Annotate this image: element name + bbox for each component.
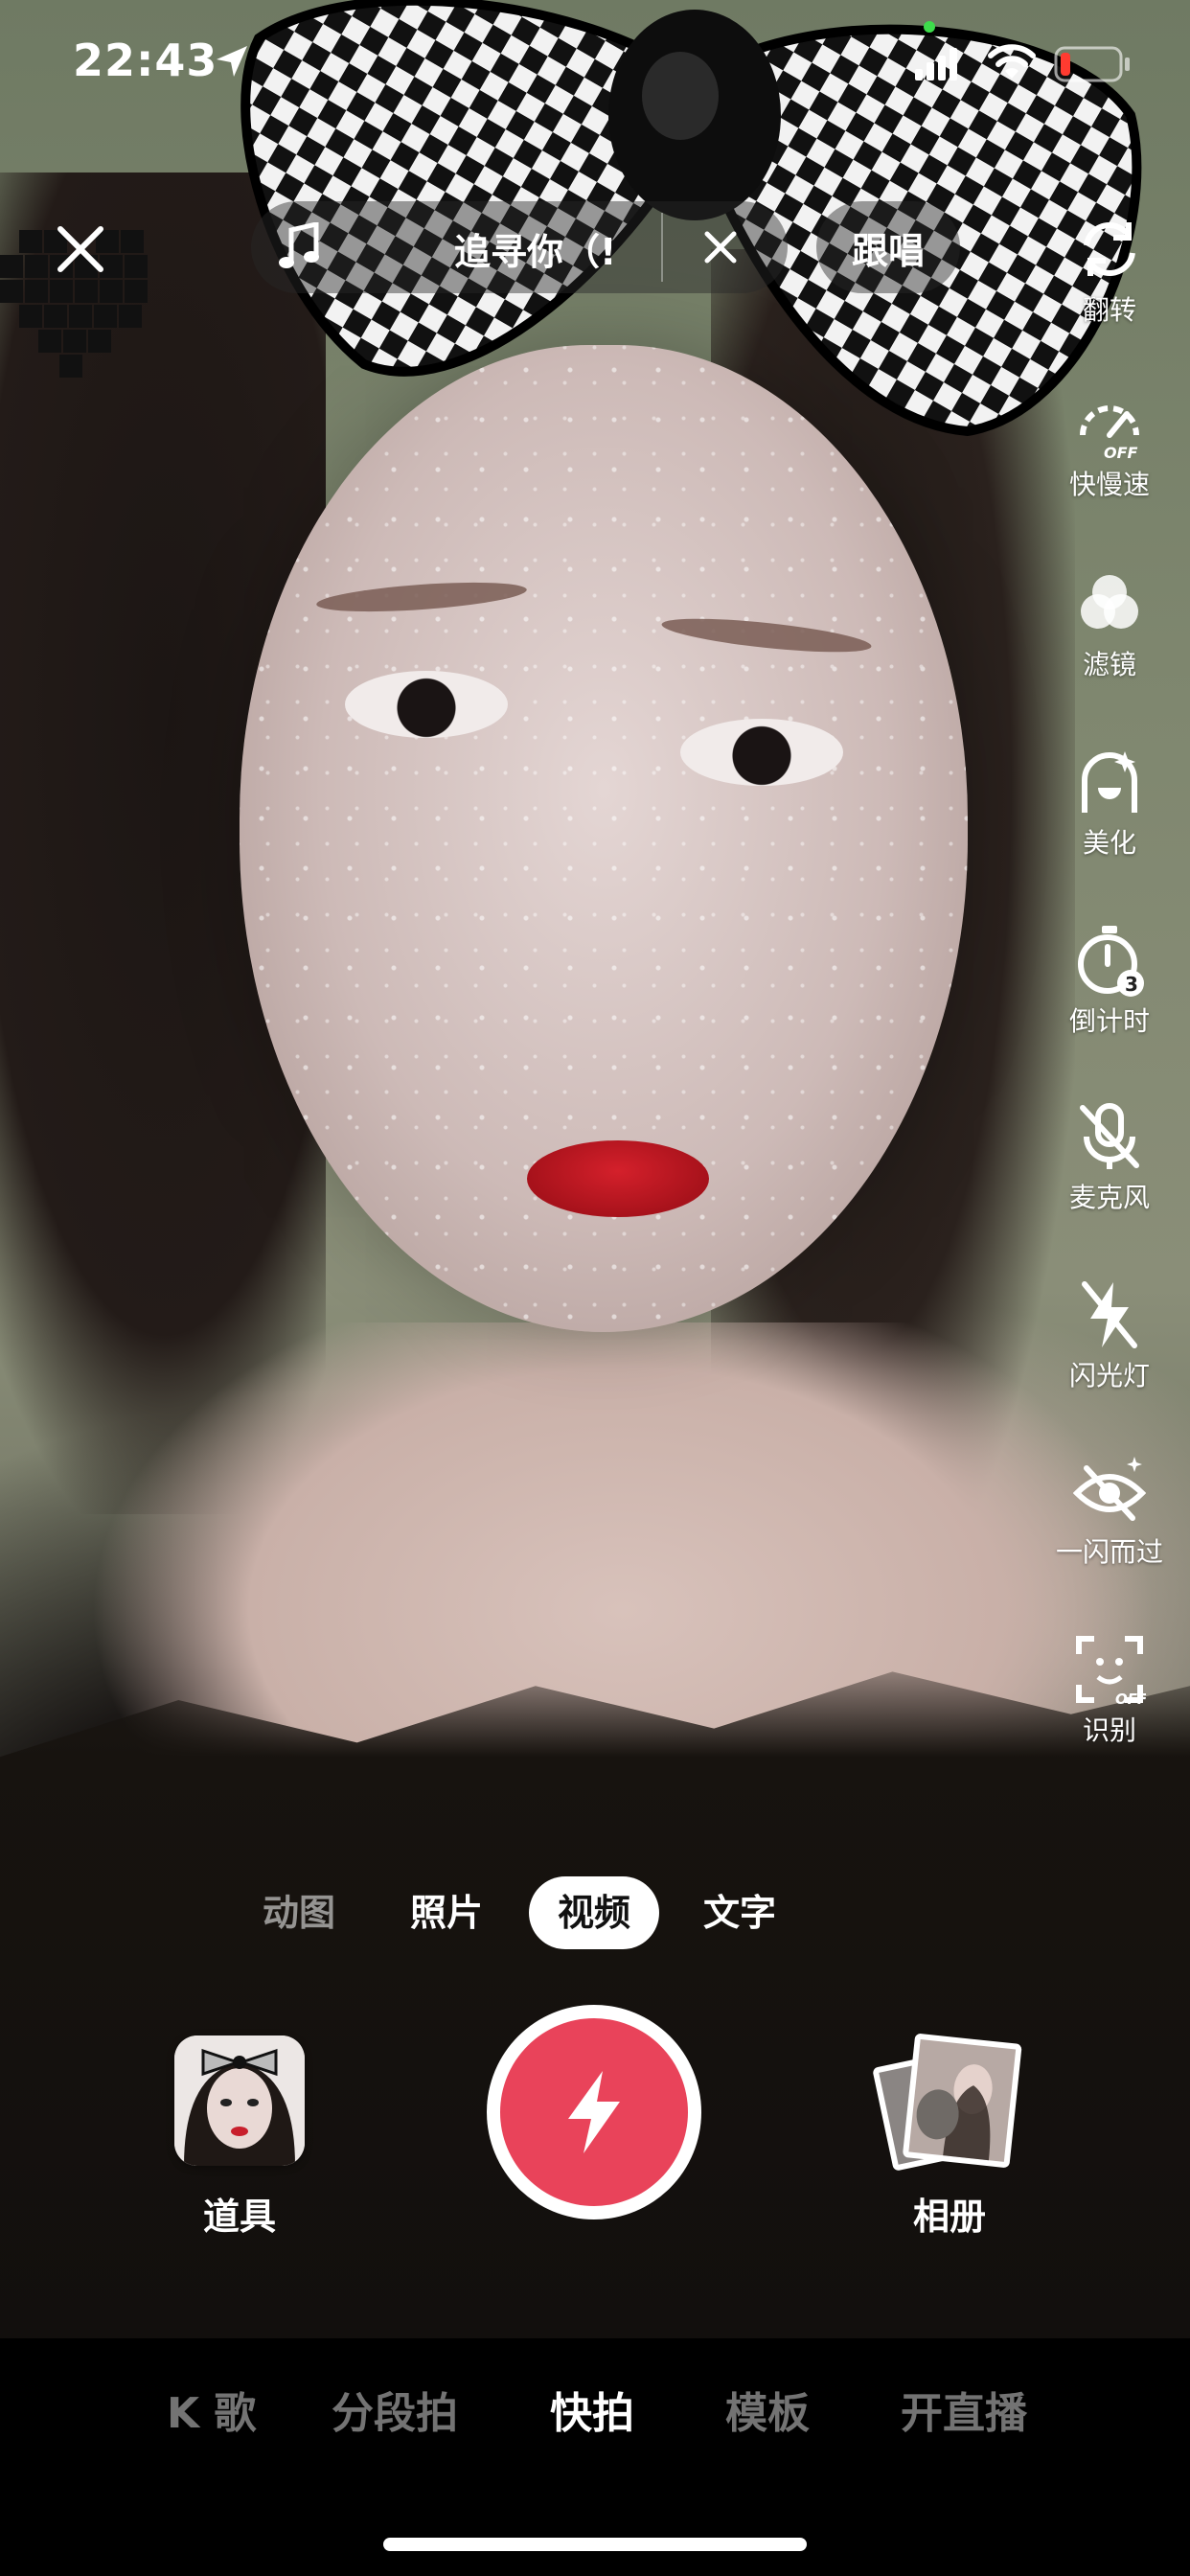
tool-label: 美化: [1082, 827, 1136, 859]
tool-label: 滤镜: [1082, 649, 1136, 680]
tool-beautify[interactable]: 美化: [1044, 746, 1175, 861]
tool-flash-by[interactable]: 一闪而过: [1044, 1455, 1175, 1570]
countdown-icon: 3: [1078, 926, 1144, 997]
wifi-icon: [988, 44, 1036, 79]
camera-in-use-indicator: [924, 21, 935, 33]
album-label: 相册: [912, 2196, 986, 2238]
tool-label: 麦克风: [1068, 1182, 1150, 1213]
tool-recognize[interactable]: OFF 识别: [1044, 1633, 1175, 1748]
recognize-off-icon: OFF: [1076, 1636, 1146, 1706]
tool-label: 识别: [1082, 1714, 1136, 1746]
status-time: 22:43: [73, 34, 218, 86]
status-bar: 22:43: [0, 0, 1190, 126]
close-button[interactable]: [50, 218, 111, 280]
beautify-icon: [1082, 751, 1137, 813]
remove-music-icon[interactable]: [698, 224, 744, 270]
mode-text[interactable]: 文字: [694, 1876, 786, 1949]
props-label: 道具: [202, 2196, 276, 2238]
album-button[interactable]: [866, 2032, 1029, 2175]
album-thumbnail: [873, 2034, 1022, 2171]
props-button[interactable]: [174, 2036, 305, 2166]
mode-photo[interactable]: 照片: [400, 1876, 492, 1949]
tab-go-live[interactable]: 开直播: [901, 2379, 1027, 2440]
lips-shape: [527, 1140, 709, 1217]
tool-filter[interactable]: 滤镜: [1044, 567, 1175, 682]
face-shape: [240, 345, 968, 1332]
cellular-signal-icon: [915, 48, 957, 80]
tool-label: 一闪而过: [1055, 1536, 1163, 1568]
tab-segment-shoot[interactable]: 分段拍: [332, 2379, 458, 2440]
tool-flip[interactable]: 翻转: [1044, 213, 1175, 328]
filter-icon: [1081, 575, 1138, 629]
music-title: 追寻你（!: [454, 231, 617, 273]
tool-label: 倒计时: [1068, 1005, 1150, 1037]
tab-template[interactable]: 模板: [725, 2379, 810, 2440]
close-icon: [57, 226, 103, 272]
duet-button[interactable]: 跟唱: [816, 201, 960, 293]
tab-quick-shoot[interactable]: 快拍: [550, 2379, 634, 2440]
speed-off-icon: OFF: [1080, 405, 1139, 460]
tool-label: 翻转: [1082, 294, 1136, 326]
svg-text:OFF: OFF: [1115, 1690, 1146, 1706]
svg-text:OFF: OFF: [1104, 444, 1138, 460]
music-selector[interactable]: 追寻你（!: [251, 201, 788, 293]
flip-camera-icon: [1084, 221, 1135, 277]
music-note-icon: [279, 222, 319, 268]
divider: [661, 213, 663, 282]
tool-label: 快慢速: [1068, 469, 1150, 500]
tab-karaoke[interactable]: K 歌: [167, 2379, 256, 2440]
camera-preview[interactable]: [0, 0, 1190, 2338]
location-arrow-icon: [217, 46, 247, 77]
tool-microphone[interactable]: 麦克风: [1044, 1100, 1175, 1215]
mode-video[interactable]: 视频: [529, 1876, 659, 1949]
flash-off-icon: [1082, 1281, 1137, 1348]
tool-speed[interactable]: OFF 快慢速: [1044, 387, 1175, 502]
tool-flashlight[interactable]: 闪光灯: [1044, 1278, 1175, 1393]
lightning-icon: [568, 2071, 620, 2153]
capture-mode-selector: 动图 照片 视频 文字: [240, 1876, 814, 1949]
svg-text:3: 3: [1125, 973, 1138, 996]
battery-low-icon: [1054, 46, 1130, 82]
props-thumbnail: [174, 2036, 305, 2166]
eye-shape: [345, 671, 508, 738]
record-button-core: [500, 2018, 688, 2206]
flash-by-icon: [1073, 1457, 1146, 1521]
home-indicator[interactable]: [383, 2538, 807, 2551]
record-button[interactable]: [487, 2005, 701, 2220]
tool-countdown[interactable]: 3 倒计时: [1044, 924, 1175, 1039]
mode-gif[interactable]: 动图: [253, 1876, 345, 1949]
mic-off-icon: [1080, 1103, 1139, 1169]
tool-label: 闪光灯: [1068, 1360, 1150, 1392]
eye-shape: [680, 719, 843, 786]
